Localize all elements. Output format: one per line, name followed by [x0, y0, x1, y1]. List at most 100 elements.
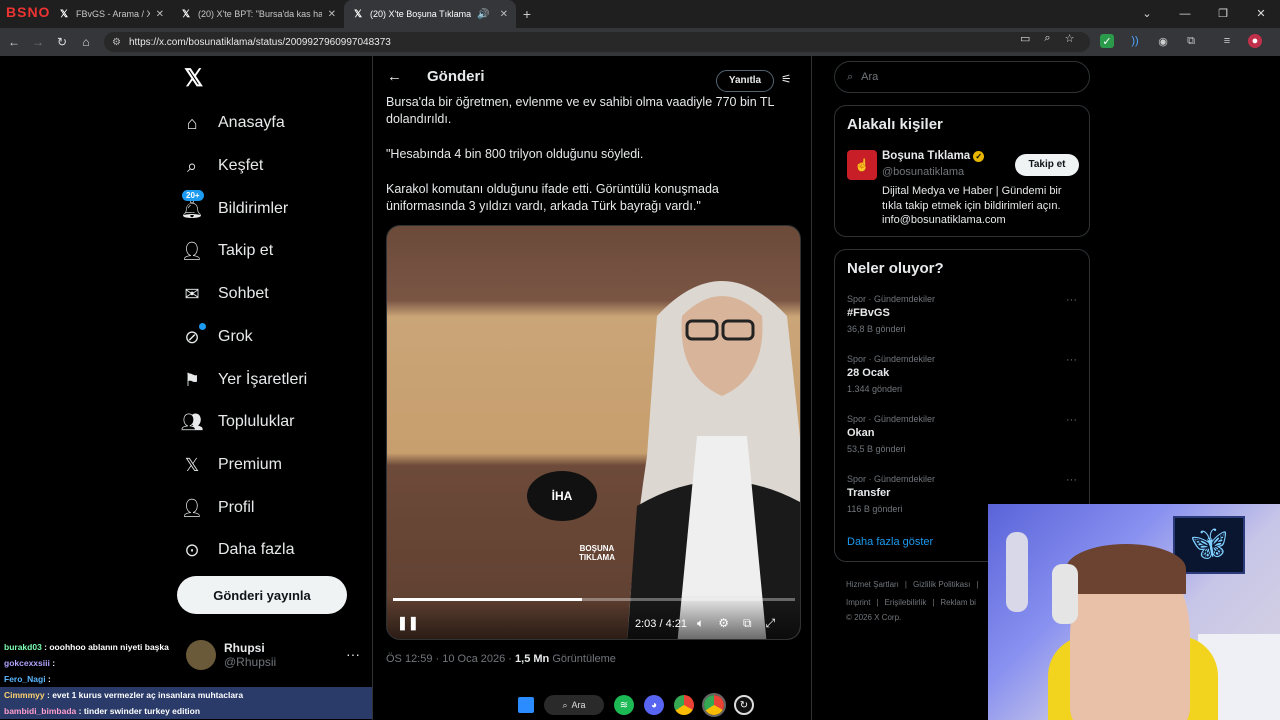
chrome-profile-icon[interactable] — [702, 693, 726, 717]
back-icon[interactable]: ← — [2, 35, 26, 49]
more-dots-icon[interactable]: ··· — [1066, 414, 1077, 426]
footer-link[interactable]: Erişilebilirlik — [885, 598, 927, 607]
pip-icon[interactable]: ⧉ — [743, 616, 752, 631]
chat-user: Cimmmyy — [4, 690, 45, 700]
trend-name: Okan — [847, 427, 875, 439]
volume-icon[interactable]: 🔈︎ — [697, 616, 704, 631]
more-dots-icon[interactable]: ··· — [1066, 294, 1077, 306]
menu-icon[interactable]: ⋮ — [1276, 34, 1280, 48]
star-icon[interactable]: ☆ — [1065, 32, 1075, 45]
nav-profile[interactable]: 👤︎ Profil — [180, 496, 255, 520]
chrome-icon[interactable] — [674, 695, 694, 715]
maximize-icon[interactable]: ❐ — [1204, 0, 1242, 28]
show-more-link[interactable]: Daha fazla göster — [847, 536, 933, 548]
nav-explore[interactable]: ⌕ Keşfet — [180, 154, 263, 178]
zoom-icon[interactable]: ⌕ — [1044, 32, 1050, 45]
nav-home[interactable]: ⌂ Anasayfa — [180, 111, 285, 135]
new-tab-button[interactable]: + — [516, 6, 538, 22]
browser-tab-3[interactable]: 𝕏 (20) X'te Boşuna Tıklama: "B 🔊 ✕ — [344, 0, 516, 28]
footer-link[interactable]: Imprint — [846, 598, 870, 607]
nav-more[interactable]: ⊙ Daha fazla — [180, 538, 294, 562]
post-text-paragraph: Karakol komutanı olduğunu ifade etti. Gö… — [386, 182, 719, 213]
footer-link[interactable]: Reklam bi — [940, 598, 976, 607]
trend-item[interactable]: Spor · Gündemdekiler Okan 53,5 B gönderi… — [847, 414, 1077, 454]
more-icon: ⊙ — [184, 539, 200, 560]
taskbar-search[interactable]: ⌕ Ara — [544, 695, 604, 715]
x-logo-icon[interactable]: 𝕏 — [184, 64, 203, 93]
notification-badge: 20+ — [182, 190, 204, 201]
pause-icon[interactable]: ❚❚ — [397, 615, 419, 631]
footer-separator: | — [904, 580, 907, 589]
browser-tab-1[interactable]: BSNO 𝕏 FBvGS - Arama / X ✕ — [0, 0, 172, 28]
reply-button[interactable]: Yanıtla — [716, 70, 774, 92]
chat-message: Fero_Nagi : — [0, 671, 372, 687]
chat-user: gokcexxsiii — [4, 658, 50, 668]
spotify-icon[interactable]: ≋ — [614, 695, 634, 715]
copyright-text: © 2026 X Corp. — [846, 613, 902, 622]
follow-button[interactable]: Takip et — [1015, 154, 1079, 176]
video-progress-bar[interactable] — [393, 598, 795, 601]
fullscreen-icon[interactable]: ⤢ — [766, 616, 776, 631]
post-meta: ÖS 12:59 · 10 Oca 2026 · 1,5 Mn Görüntül… — [386, 653, 616, 665]
main-column: ← Gönderi Yanıtla ⚟ Bursa'da bir öğretme… — [372, 56, 812, 720]
nav-label: Topluluklar — [218, 413, 295, 430]
close-icon[interactable]: ✕ — [156, 9, 164, 20]
settings-sliders-icon[interactable]: ⚟ — [781, 72, 792, 86]
trend-item[interactable]: Spor · Gündemdekiler 28 Ocak 1.344 gönde… — [847, 354, 1077, 394]
video-player[interactable]: İHA BOŞUNA TIKLAMA ❚❚ 2:03 / 4:21 🔈︎ ⚙ ⧉… — [386, 225, 801, 640]
more-dots-icon[interactable]: ··· — [1066, 474, 1077, 486]
forward-icon[interactable]: → — [26, 35, 50, 49]
trend-category: Spor · Gündemdekiler — [847, 414, 936, 424]
profile-avatar-icon[interactable]: ● — [1248, 34, 1262, 48]
footer-link[interactable]: Gizlilik Politikası — [913, 580, 970, 589]
avatar[interactable]: ☝ — [847, 150, 877, 180]
post-button[interactable]: Gönderi yayınla — [177, 576, 347, 614]
search-input[interactable]: ⌕ Ara — [834, 61, 1090, 93]
close-icon[interactable]: ✕ — [500, 9, 508, 20]
search-icon: ⌕ — [847, 70, 854, 83]
trend-item[interactable]: Spor · Gündemdekiler #FBvGS 36,8 B gönde… — [847, 294, 1077, 334]
close-icon[interactable]: ✕ — [328, 9, 336, 20]
windows-start-icon[interactable] — [518, 697, 534, 713]
nav-notifications[interactable]: 🔔︎ 20+ Bildirimler — [180, 190, 288, 221]
nav-communities[interactable]: 👥︎ Topluluklar — [180, 410, 295, 434]
app-icon[interactable]: ↻ — [734, 695, 754, 715]
footer-separator: | — [976, 580, 979, 589]
nav-premium[interactable]: 𝕏 Premium — [180, 453, 282, 477]
bell-icon: 🔔︎ 20+ — [180, 190, 204, 219]
x-icon: 𝕏 — [184, 454, 200, 475]
trend-category: Spor · Gündemdekiler — [847, 474, 936, 484]
reload-icon[interactable]: ↻ — [50, 35, 74, 49]
puzzle-icon[interactable]: ⧉ — [1184, 34, 1198, 48]
settings-icon[interactable]: ⚙ — [718, 616, 729, 631]
shield-extension-icon[interactable]: ✓ — [1100, 34, 1114, 48]
nav-follow[interactable]: 👤︎ Takip et — [180, 239, 274, 263]
nav-grok[interactable]: ⊘ Grok — [180, 323, 253, 349]
chevron-down-icon[interactable]: ⌄ — [1128, 0, 1166, 28]
media-icon[interactable]: ≡ — [1220, 34, 1234, 48]
minimize-icon[interactable]: — — [1166, 0, 1204, 28]
related-name[interactable]: Boşuna Tıklama ✓ — [882, 150, 985, 162]
speaker-icon[interactable]: 🔊 — [477, 9, 489, 20]
extension-icon[interactable]: ◉ — [1156, 34, 1170, 48]
audio-extension-icon[interactable]: )) — [1128, 34, 1142, 48]
video-frame-person — [627, 281, 800, 639]
cast-icon[interactable]: ▭ — [1020, 32, 1030, 45]
stream-chat-overlay: burakd03 : ooohhoo ablanın niyeti başka … — [0, 639, 372, 719]
nav-bookmarks[interactable]: ⚑ Yer İşaretleri — [180, 368, 307, 392]
site-info-icon[interactable]: ⚙ — [112, 37, 121, 48]
close-window-icon[interactable]: ✕ — [1242, 0, 1280, 28]
browser-tab-2[interactable]: 𝕏 (20) X'te BPT: "Bursa'da kas has" ✕ — [172, 0, 344, 28]
address-bar-actions: ▭ ⌕ ☆ — [1020, 32, 1074, 45]
more-dots-icon[interactable]: ··· — [1066, 354, 1077, 366]
card-title: Neler oluyor? — [847, 260, 944, 277]
video-watermark: BOŞUNA TIKLAMA — [579, 544, 615, 562]
chat-text: : tinder swinder turkey edition — [78, 706, 201, 716]
nav-chat[interactable]: ✉ Sohbet — [180, 282, 268, 306]
address-bar[interactable]: ⚙ https://x.com/bosunatiklama/status/200… — [104, 32, 1090, 52]
home-browser-icon[interactable]: ⌂ — [74, 35, 98, 49]
footer-link[interactable]: Hizmet Şartları — [846, 580, 899, 589]
discord-icon[interactable]: ◕ — [644, 695, 664, 715]
related-bio: Dijital Medya ve Haber | Gündemi bir tık… — [882, 185, 1062, 226]
back-arrow-icon[interactable]: ← — [387, 68, 402, 85]
